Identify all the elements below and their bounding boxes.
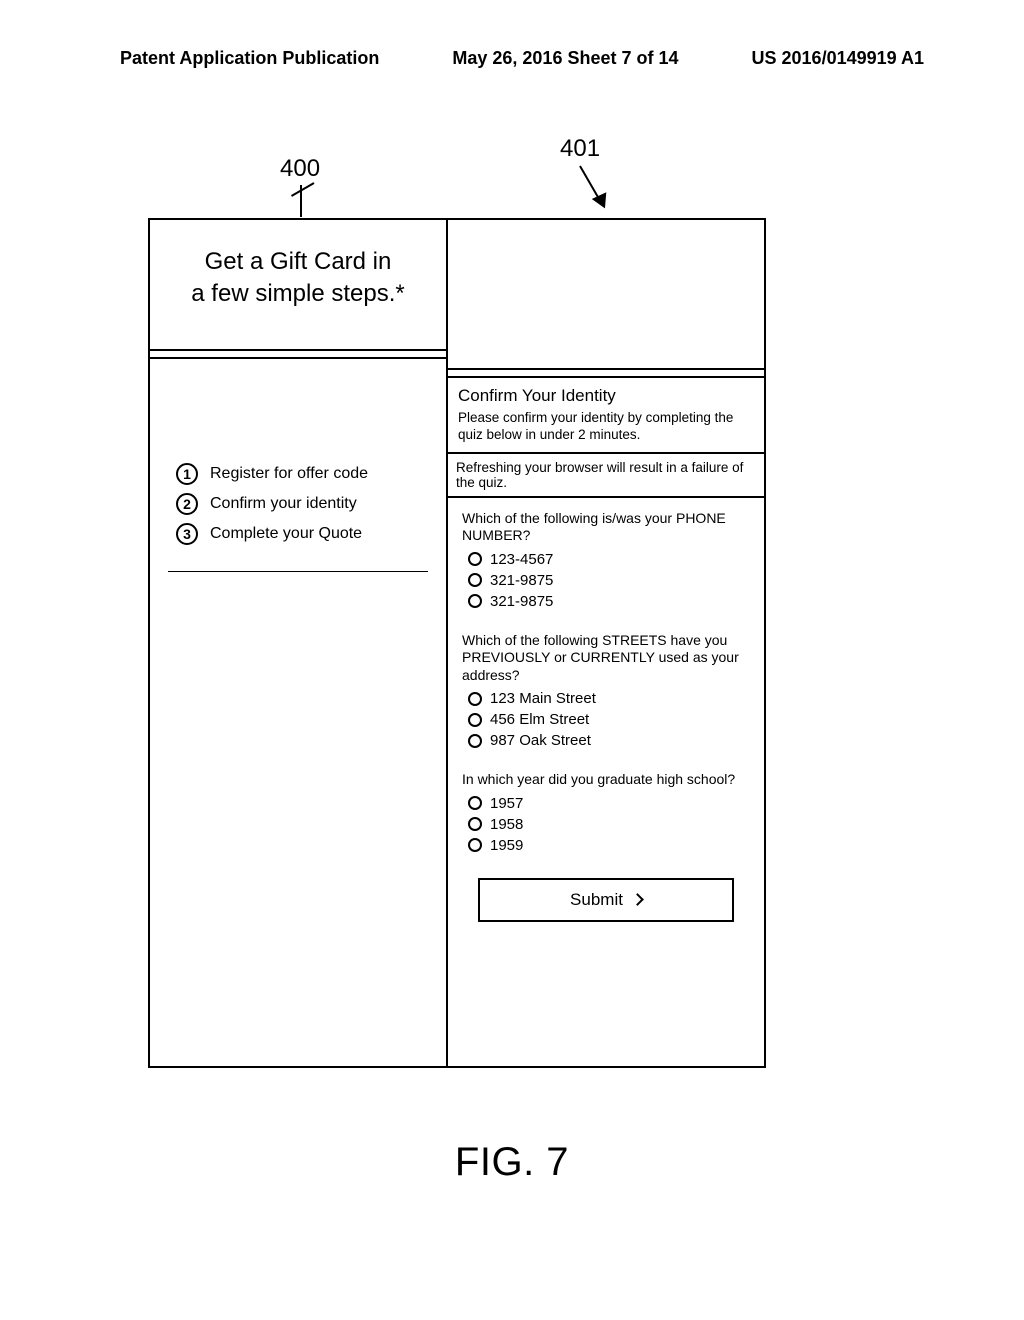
radio-icon (468, 734, 482, 748)
question-3-option-2-label: 1958 (490, 816, 523, 833)
right-top-spacer (448, 220, 764, 368)
question-2-option-3[interactable]: 987 Oak Street (468, 732, 750, 749)
radio-icon (468, 692, 482, 706)
question-3-option-1[interactable]: 1957 (468, 795, 750, 812)
question-1-option-1-label: 123-4567 (490, 551, 553, 568)
question-1: Which of the following is/was your PHONE… (448, 498, 764, 620)
confirm-identity-title: Confirm Your Identity (448, 378, 764, 408)
header-publication-number: US 2016/0149919 A1 (752, 48, 924, 69)
question-3-text: In which year did you graduate high scho… (462, 771, 750, 789)
radio-icon (468, 713, 482, 727)
chevron-right-icon (631, 893, 644, 906)
step-3-number-icon: 3 (176, 523, 198, 545)
radio-icon (468, 838, 482, 852)
radio-icon (468, 594, 482, 608)
step-1: 1 Register for offer code (176, 463, 428, 485)
question-3-option-3-label: 1959 (490, 837, 523, 854)
question-2-text: Which of the following STREETS have you … (462, 632, 750, 685)
left-title-line-2: a few simple steps.* (172, 278, 424, 310)
figure-label: FIG. 7 (0, 1140, 1024, 1185)
radio-icon (468, 817, 482, 831)
question-2-option-2-label: 456 Elm Street (490, 711, 589, 728)
question-3-option-2[interactable]: 1958 (468, 816, 750, 833)
question-3-option-3[interactable]: 1959 (468, 837, 750, 854)
callout-401-arrow (580, 165, 620, 167)
confirm-identity-subtitle: Please confirm your identity by completi… (448, 408, 764, 452)
question-1-option-2-label: 321-9875 (490, 572, 553, 589)
question-1-option-1[interactable]: 123-4567 (468, 551, 750, 568)
left-title-line-1: Get a Gift Card in (172, 246, 424, 278)
question-2-option-1[interactable]: 123 Main Street (468, 690, 750, 707)
radio-icon (468, 573, 482, 587)
question-1-option-2[interactable]: 321-9875 (468, 572, 750, 589)
question-1-option-3-label: 321-9875 (490, 593, 553, 610)
left-lower-divider (168, 571, 428, 572)
left-title-box: Get a Gift Card in a few simple steps.* (150, 220, 446, 351)
step-2: 2 Confirm your identity (176, 493, 428, 515)
header-publication-type: Patent Application Publication (120, 48, 379, 69)
step-2-label: Confirm your identity (210, 495, 357, 513)
submit-button[interactable]: Submit (478, 878, 734, 922)
steps-list: 1 Register for offer code 2 Confirm your… (168, 463, 428, 545)
step-1-label: Register for offer code (210, 465, 368, 483)
callout-400-leader (300, 185, 302, 217)
refresh-warning: Refreshing your browser will result in a… (448, 454, 764, 496)
radio-icon (468, 796, 482, 810)
question-2-option-3-label: 987 Oak Street (490, 732, 591, 749)
step-1-number-icon: 1 (176, 463, 198, 485)
left-divider (150, 351, 446, 359)
question-1-option-3[interactable]: 321-9875 (468, 593, 750, 610)
submit-button-label: Submit (570, 890, 623, 910)
step-3: 3 Complete your Quote (176, 523, 428, 545)
step-2-number-icon: 2 (176, 493, 198, 515)
question-2-option-1-label: 123 Main Street (490, 690, 596, 707)
question-1-text: Which of the following is/was your PHONE… (462, 510, 750, 545)
question-3: In which year did you graduate high scho… (448, 759, 764, 864)
callout-401: 401 (560, 135, 600, 163)
question-2: Which of the following STREETS have you … (448, 620, 764, 760)
right-panel: Confirm Your Identity Please confirm you… (446, 218, 766, 1068)
radio-icon (468, 552, 482, 566)
step-3-label: Complete your Quote (210, 525, 362, 543)
header-date-sheet: May 26, 2016 Sheet 7 of 14 (452, 48, 678, 69)
question-2-option-2[interactable]: 456 Elm Street (468, 711, 750, 728)
question-3-option-1-label: 1957 (490, 795, 523, 812)
left-panel: Get a Gift Card in a few simple steps.* … (148, 218, 448, 1068)
callout-400: 400 (280, 155, 320, 183)
